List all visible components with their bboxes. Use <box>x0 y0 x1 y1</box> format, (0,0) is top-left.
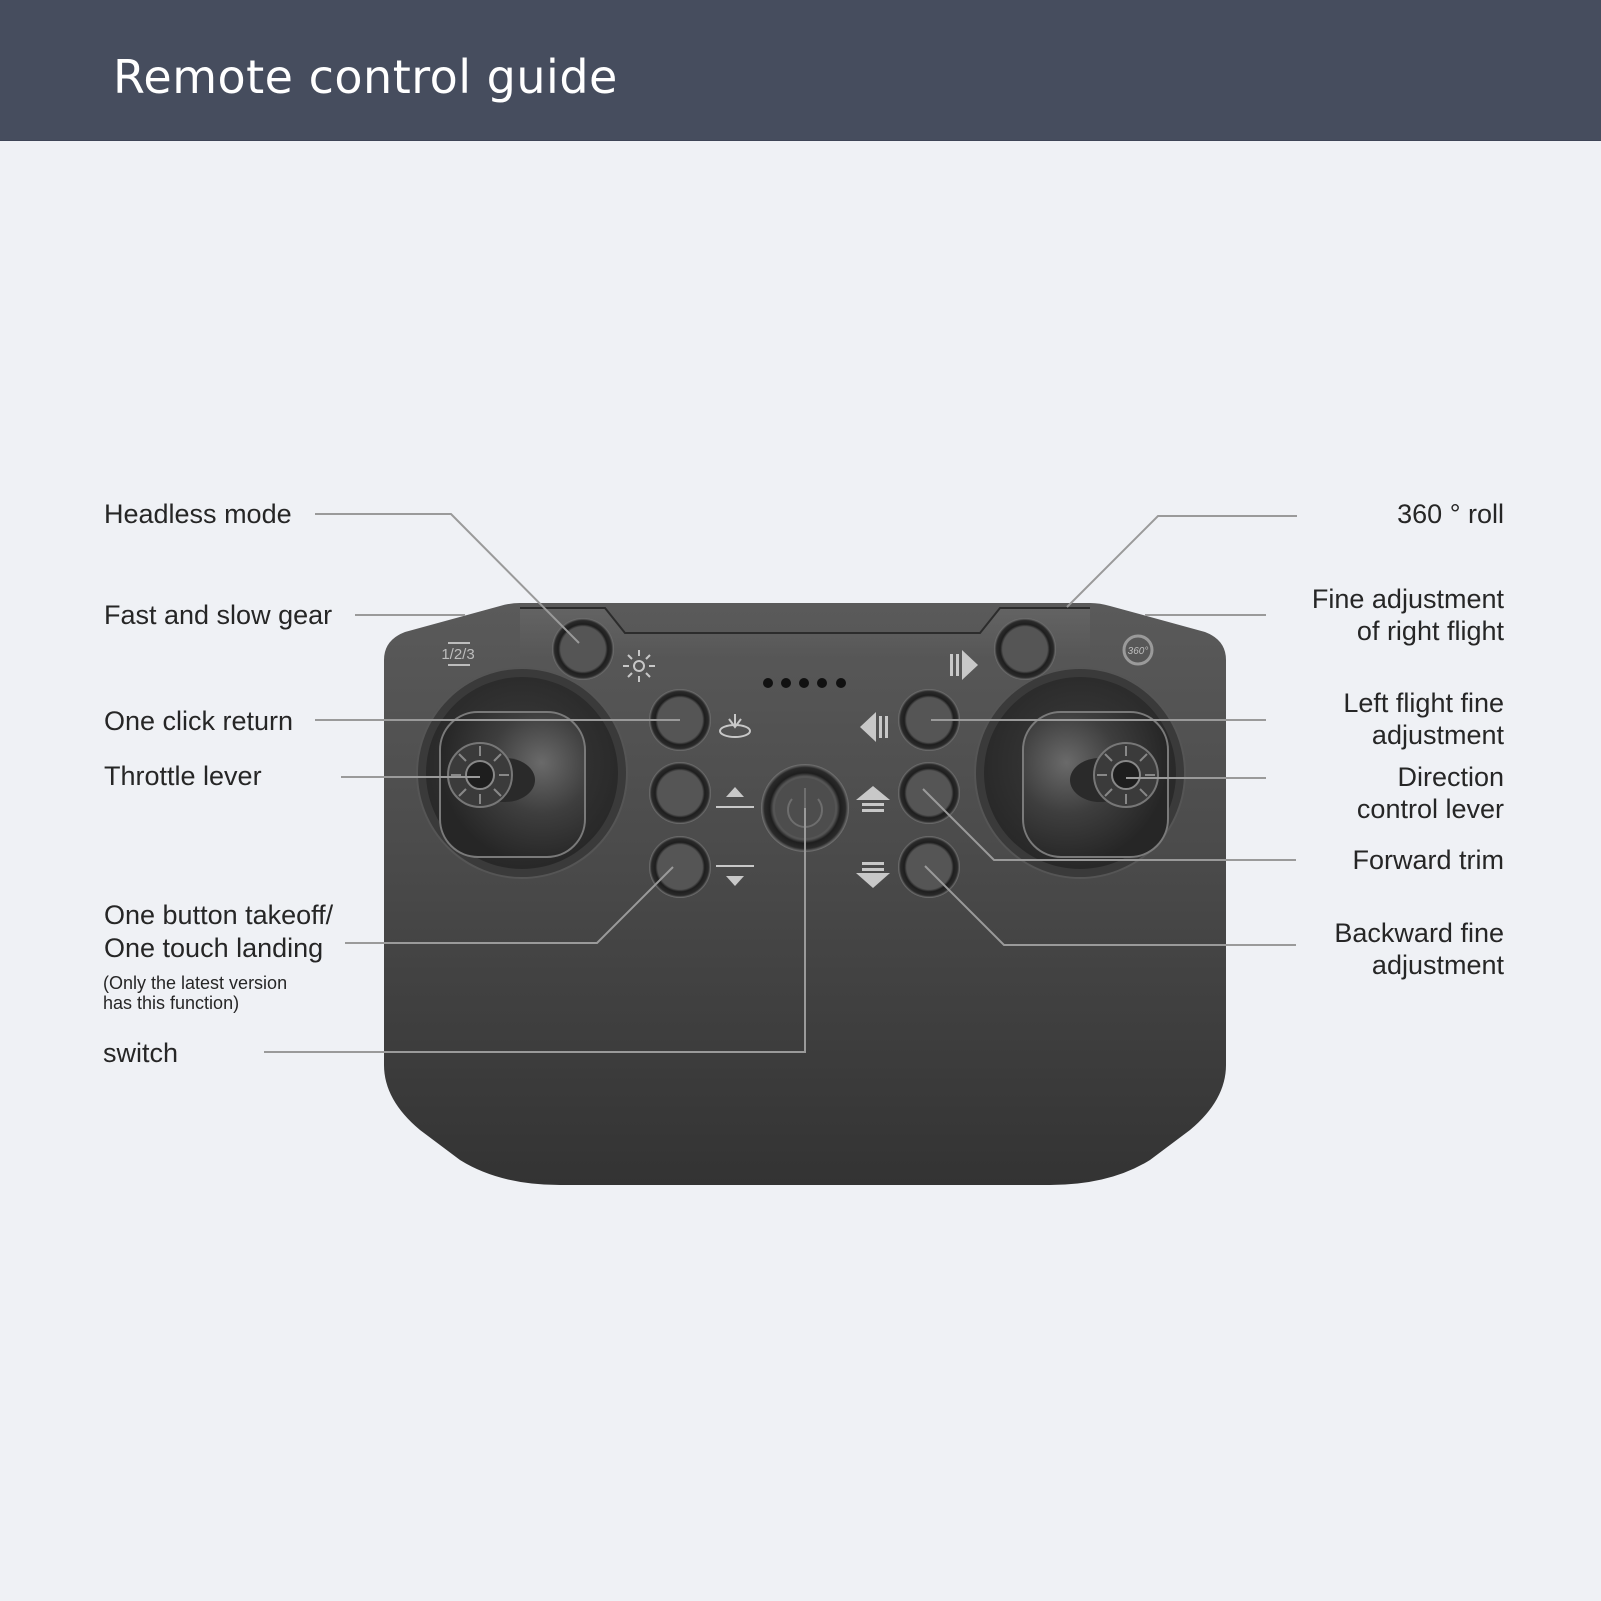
takeoff-landing-button[interactable] <box>649 836 711 898</box>
label-takeoff-line2: One touch landing <box>104 933 324 963</box>
label-left-fine-line2: adjustment <box>1371 720 1504 750</box>
label-throttle-lever: Throttle lever <box>104 761 262 791</box>
label-takeoff-note2: has this function) <box>103 993 240 1013</box>
label-fine-right-line1: Fine adjustment <box>1311 584 1504 614</box>
label-fast-slow-gear: Fast and slow gear <box>104 600 333 630</box>
takeoff-up-button[interactable] <box>649 762 711 824</box>
label-one-click-return: One click return <box>104 706 294 736</box>
forward-trim-button[interactable] <box>898 762 960 824</box>
roll-360-button[interactable] <box>994 618 1056 680</box>
label-fine-right-line2: of right flight <box>1356 616 1504 646</box>
leader-roll <box>1066 515 1297 608</box>
headless-mode-button[interactable] <box>552 618 614 680</box>
label-direction-line2: control lever <box>1356 794 1504 824</box>
label-switch: switch <box>103 1038 179 1068</box>
label-headless-mode: Headless mode <box>104 499 292 529</box>
svg-text:1/2/3: 1/2/3 <box>441 646 474 663</box>
backward-fine-button[interactable] <box>898 836 960 898</box>
gear-speed-icon: 1/2/3 <box>441 642 475 666</box>
svg-text:360°: 360° <box>1128 646 1149 657</box>
label-backward-line2: adjustment <box>1371 950 1504 980</box>
label-takeoff-note1: (Only the latest version <box>103 973 288 993</box>
label-left-fine-line1: Left flight fine <box>1343 688 1504 718</box>
direction-control-joystick[interactable] <box>974 667 1186 879</box>
label-backward-line1: Backward fine <box>1334 918 1504 948</box>
label-forward-trim: Forward trim <box>1352 845 1504 875</box>
label-roll-360: 360 ° roll <box>1397 499 1504 529</box>
label-takeoff-line1: One button takeoff/ <box>104 900 334 930</box>
throttle-lever-joystick[interactable] <box>416 667 628 879</box>
label-direction-line1: Direction <box>1397 762 1504 792</box>
